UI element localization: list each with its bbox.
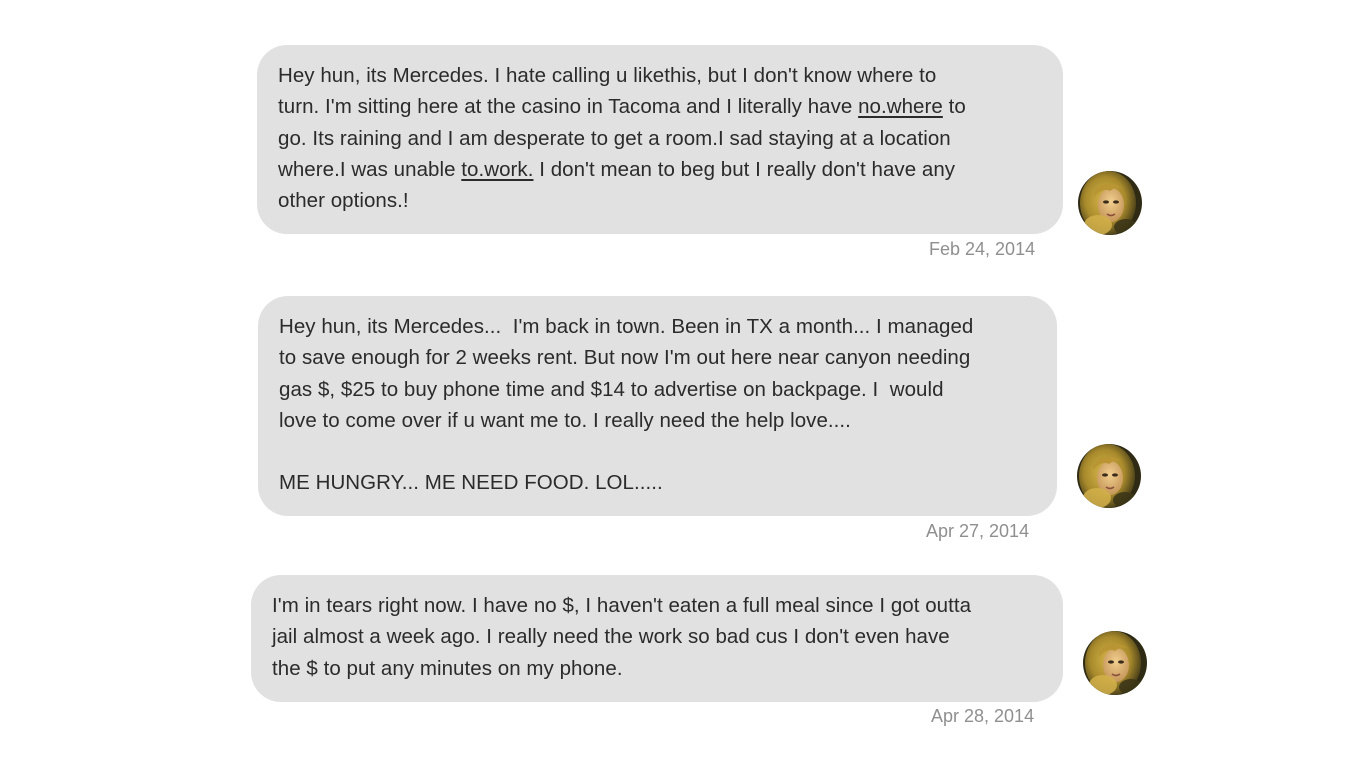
message-underlined-text: no.where [858, 95, 943, 119]
message-line: go. Its raining and I am desperate to ge… [278, 123, 1043, 154]
message-text: love to come over if u want me to. I rea… [279, 408, 851, 432]
message-text: other options.! [278, 189, 409, 213]
message-text: jail almost a week ago. I really need th… [272, 625, 950, 649]
message-line: Hey hun, its Mercedes... I'm back in tow… [279, 311, 1037, 342]
message-blank-line [279, 436, 1037, 467]
message-underlined-text: to.work. [461, 157, 534, 181]
message-text: Hey hun, its Mercedes... I'm back in tow… [279, 315, 974, 338]
message-line: ME HUNGRY... ME NEED FOOD. LOL..... [279, 467, 1037, 498]
message-text: Hey hun, its Mercedes. I hate calling u … [278, 64, 937, 87]
message-line: where.I was unable to.work. I don't mean… [278, 154, 1043, 185]
avatar-photo-icon [1083, 631, 1147, 695]
avatar-photo-icon [1077, 444, 1141, 508]
sender-avatar[interactable] [1077, 444, 1141, 508]
message-text: where.I was unable [278, 157, 462, 181]
message-line: jail almost a week ago. I really need th… [272, 621, 1043, 652]
message-line: gas $, $25 to buy phone time and $14 to … [279, 374, 1037, 405]
message-text: I'm in tears right now. I have no $, I h… [272, 594, 972, 617]
message-bubble[interactable]: I'm in tears right now. I have no $, I h… [251, 575, 1063, 702]
message-line: to save enough for 2 weeks rent. But now… [279, 342, 1037, 373]
avatar-photo-icon [1078, 171, 1142, 235]
message-text: go. Its raining and I am desperate to ge… [278, 126, 951, 150]
message-line: Hey hun, its Mercedes. I hate calling u … [278, 60, 1043, 91]
sender-avatar[interactable] [1083, 631, 1147, 695]
message-text: to [942, 95, 966, 119]
message-text: I don't mean to beg but I really don't h… [533, 157, 956, 181]
message-line: the $ to put any minutes on my phone. [272, 653, 1043, 684]
message-line: I'm in tears right now. I have no $, I h… [272, 590, 1043, 621]
sender-avatar[interactable] [1078, 171, 1142, 235]
message-text: the $ to put any minutes on my phone. [272, 656, 623, 680]
message-timestamp: Feb 24, 2014 [929, 239, 1036, 259]
message-line: other options.! [278, 185, 1043, 216]
message-timestamp: Apr 28, 2014 [931, 706, 1035, 726]
message-text: ME HUNGRY... ME NEED FOOD. LOL..... [279, 471, 663, 495]
message-text: turn. I'm sitting here at the casino in … [278, 95, 859, 119]
message-line: love to come over if u want me to. I rea… [279, 405, 1037, 436]
message-text: to save enough for 2 weeks rent. But now… [279, 346, 971, 370]
message-line: turn. I'm sitting here at the casino in … [278, 91, 1043, 122]
message-bubble[interactable]: Hey hun, its Mercedes... I'm back in tow… [258, 296, 1057, 516]
message-bubble[interactable]: Hey hun, its Mercedes. I hate calling u … [257, 45, 1063, 234]
message-text: gas $, $25 to buy phone time and $14 to … [279, 377, 944, 401]
message-timestamp: Apr 27, 2014 [926, 521, 1030, 541]
